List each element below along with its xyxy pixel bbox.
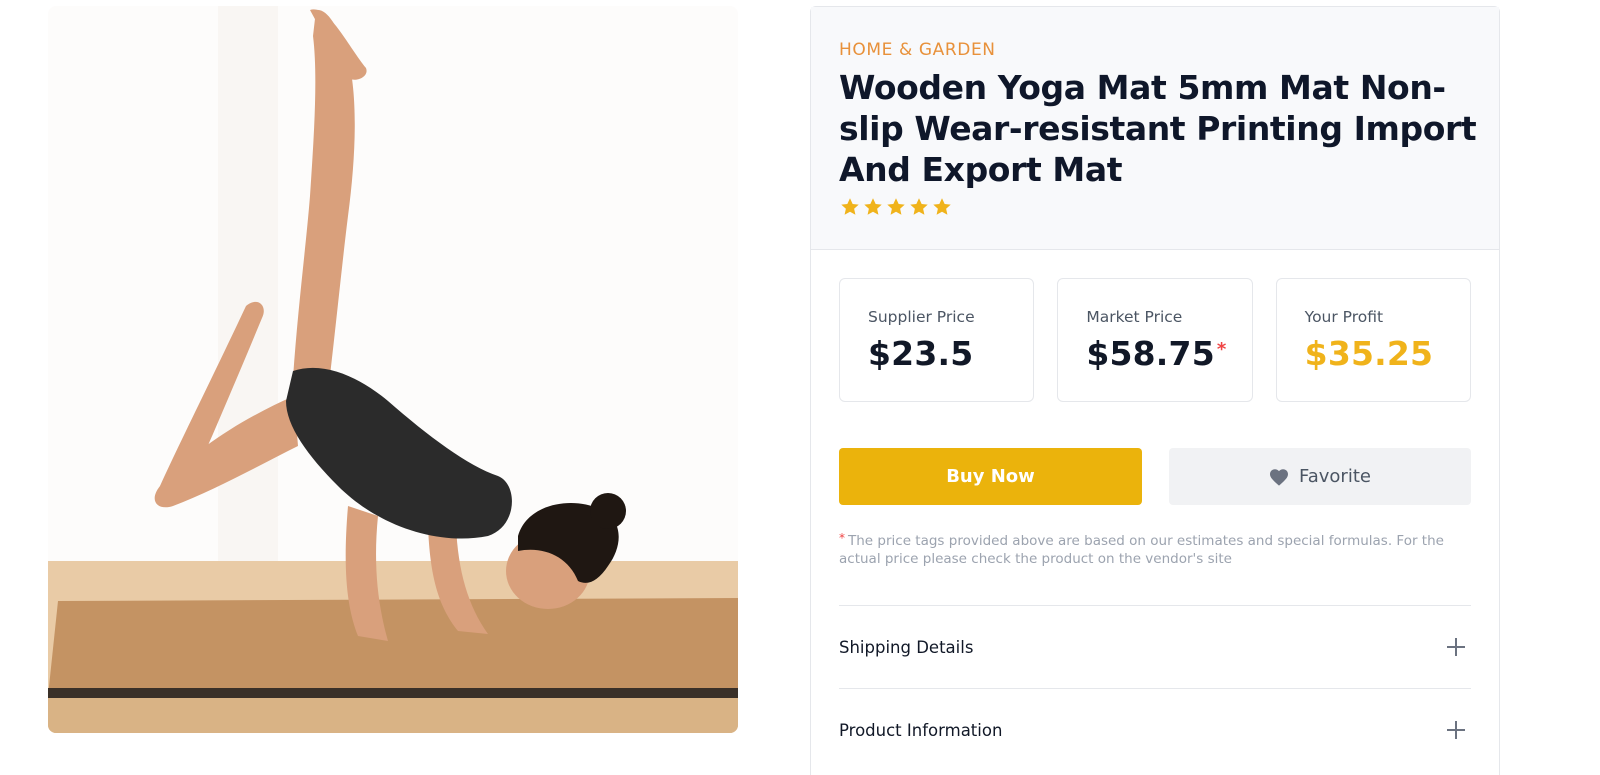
supplier-price-label: Supplier Price — [868, 308, 975, 326]
market-price-asterisk: * — [1216, 339, 1227, 360]
heart-icon — [1270, 468, 1289, 486]
product-detail-panel: HOME & GARDEN Wooden Yoga Mat 5mm Mat No… — [810, 6, 1500, 775]
shipping-details-toggle[interactable]: Shipping Details — [839, 605, 1471, 688]
market-price-row: $58.75 * — [1086, 335, 1251, 373]
market-price-card: Market Price $58.75 * — [1057, 278, 1253, 402]
product-image — [48, 6, 738, 733]
profit-label: Your Profit — [1304, 308, 1384, 326]
price-disclaimer: * The price tags provided above are based… — [839, 531, 1469, 568]
disclaimer-asterisk: * — [839, 531, 845, 545]
star-icon — [910, 198, 928, 215]
price-cards: Supplier Price $23.5 Market Price $58.75… — [811, 250, 1499, 402]
product-header: HOME & GARDEN Wooden Yoga Mat 5mm Mat No… — [811, 7, 1499, 250]
supplier-price-card: Supplier Price $23.5 — [839, 278, 1035, 402]
product-category[interactable]: HOME & GARDEN — [839, 39, 1471, 61]
star-icon — [887, 198, 905, 215]
details-accordion: Shipping Details Product Information — [839, 605, 1471, 771]
star-icon — [933, 198, 951, 215]
yoga-photo — [48, 6, 738, 733]
star-icon — [841, 198, 859, 215]
profit-value: $35.25 — [1304, 334, 1434, 373]
profit-card: Your Profit $35.25 — [1275, 278, 1471, 402]
favorite-label: Favorite — [1299, 466, 1371, 487]
shipping-details-label: Shipping Details — [839, 637, 974, 657]
product-information-toggle[interactable]: Product Information — [839, 688, 1471, 771]
product-title: Wooden Yoga Mat 5mm Mat Non-slip Wear-re… — [839, 68, 1477, 189]
plus-icon[interactable] — [1447, 721, 1465, 739]
market-price-value: $58.75 — [1086, 334, 1215, 373]
product-information-label: Product Information — [839, 720, 1003, 740]
market-price-label: Market Price — [1086, 308, 1183, 326]
disclaimer-text: The price tags provided above are based … — [839, 533, 1444, 567]
supplier-price-value: $23.5 — [868, 334, 974, 373]
action-buttons: Buy Now Favorite — [811, 402, 1499, 505]
favorite-button[interactable]: Favorite — [1169, 448, 1471, 505]
plus-icon[interactable] — [1447, 638, 1465, 656]
star-icon — [864, 198, 882, 215]
rating-stars — [839, 196, 1471, 218]
buy-now-button[interactable]: Buy Now — [839, 448, 1142, 505]
